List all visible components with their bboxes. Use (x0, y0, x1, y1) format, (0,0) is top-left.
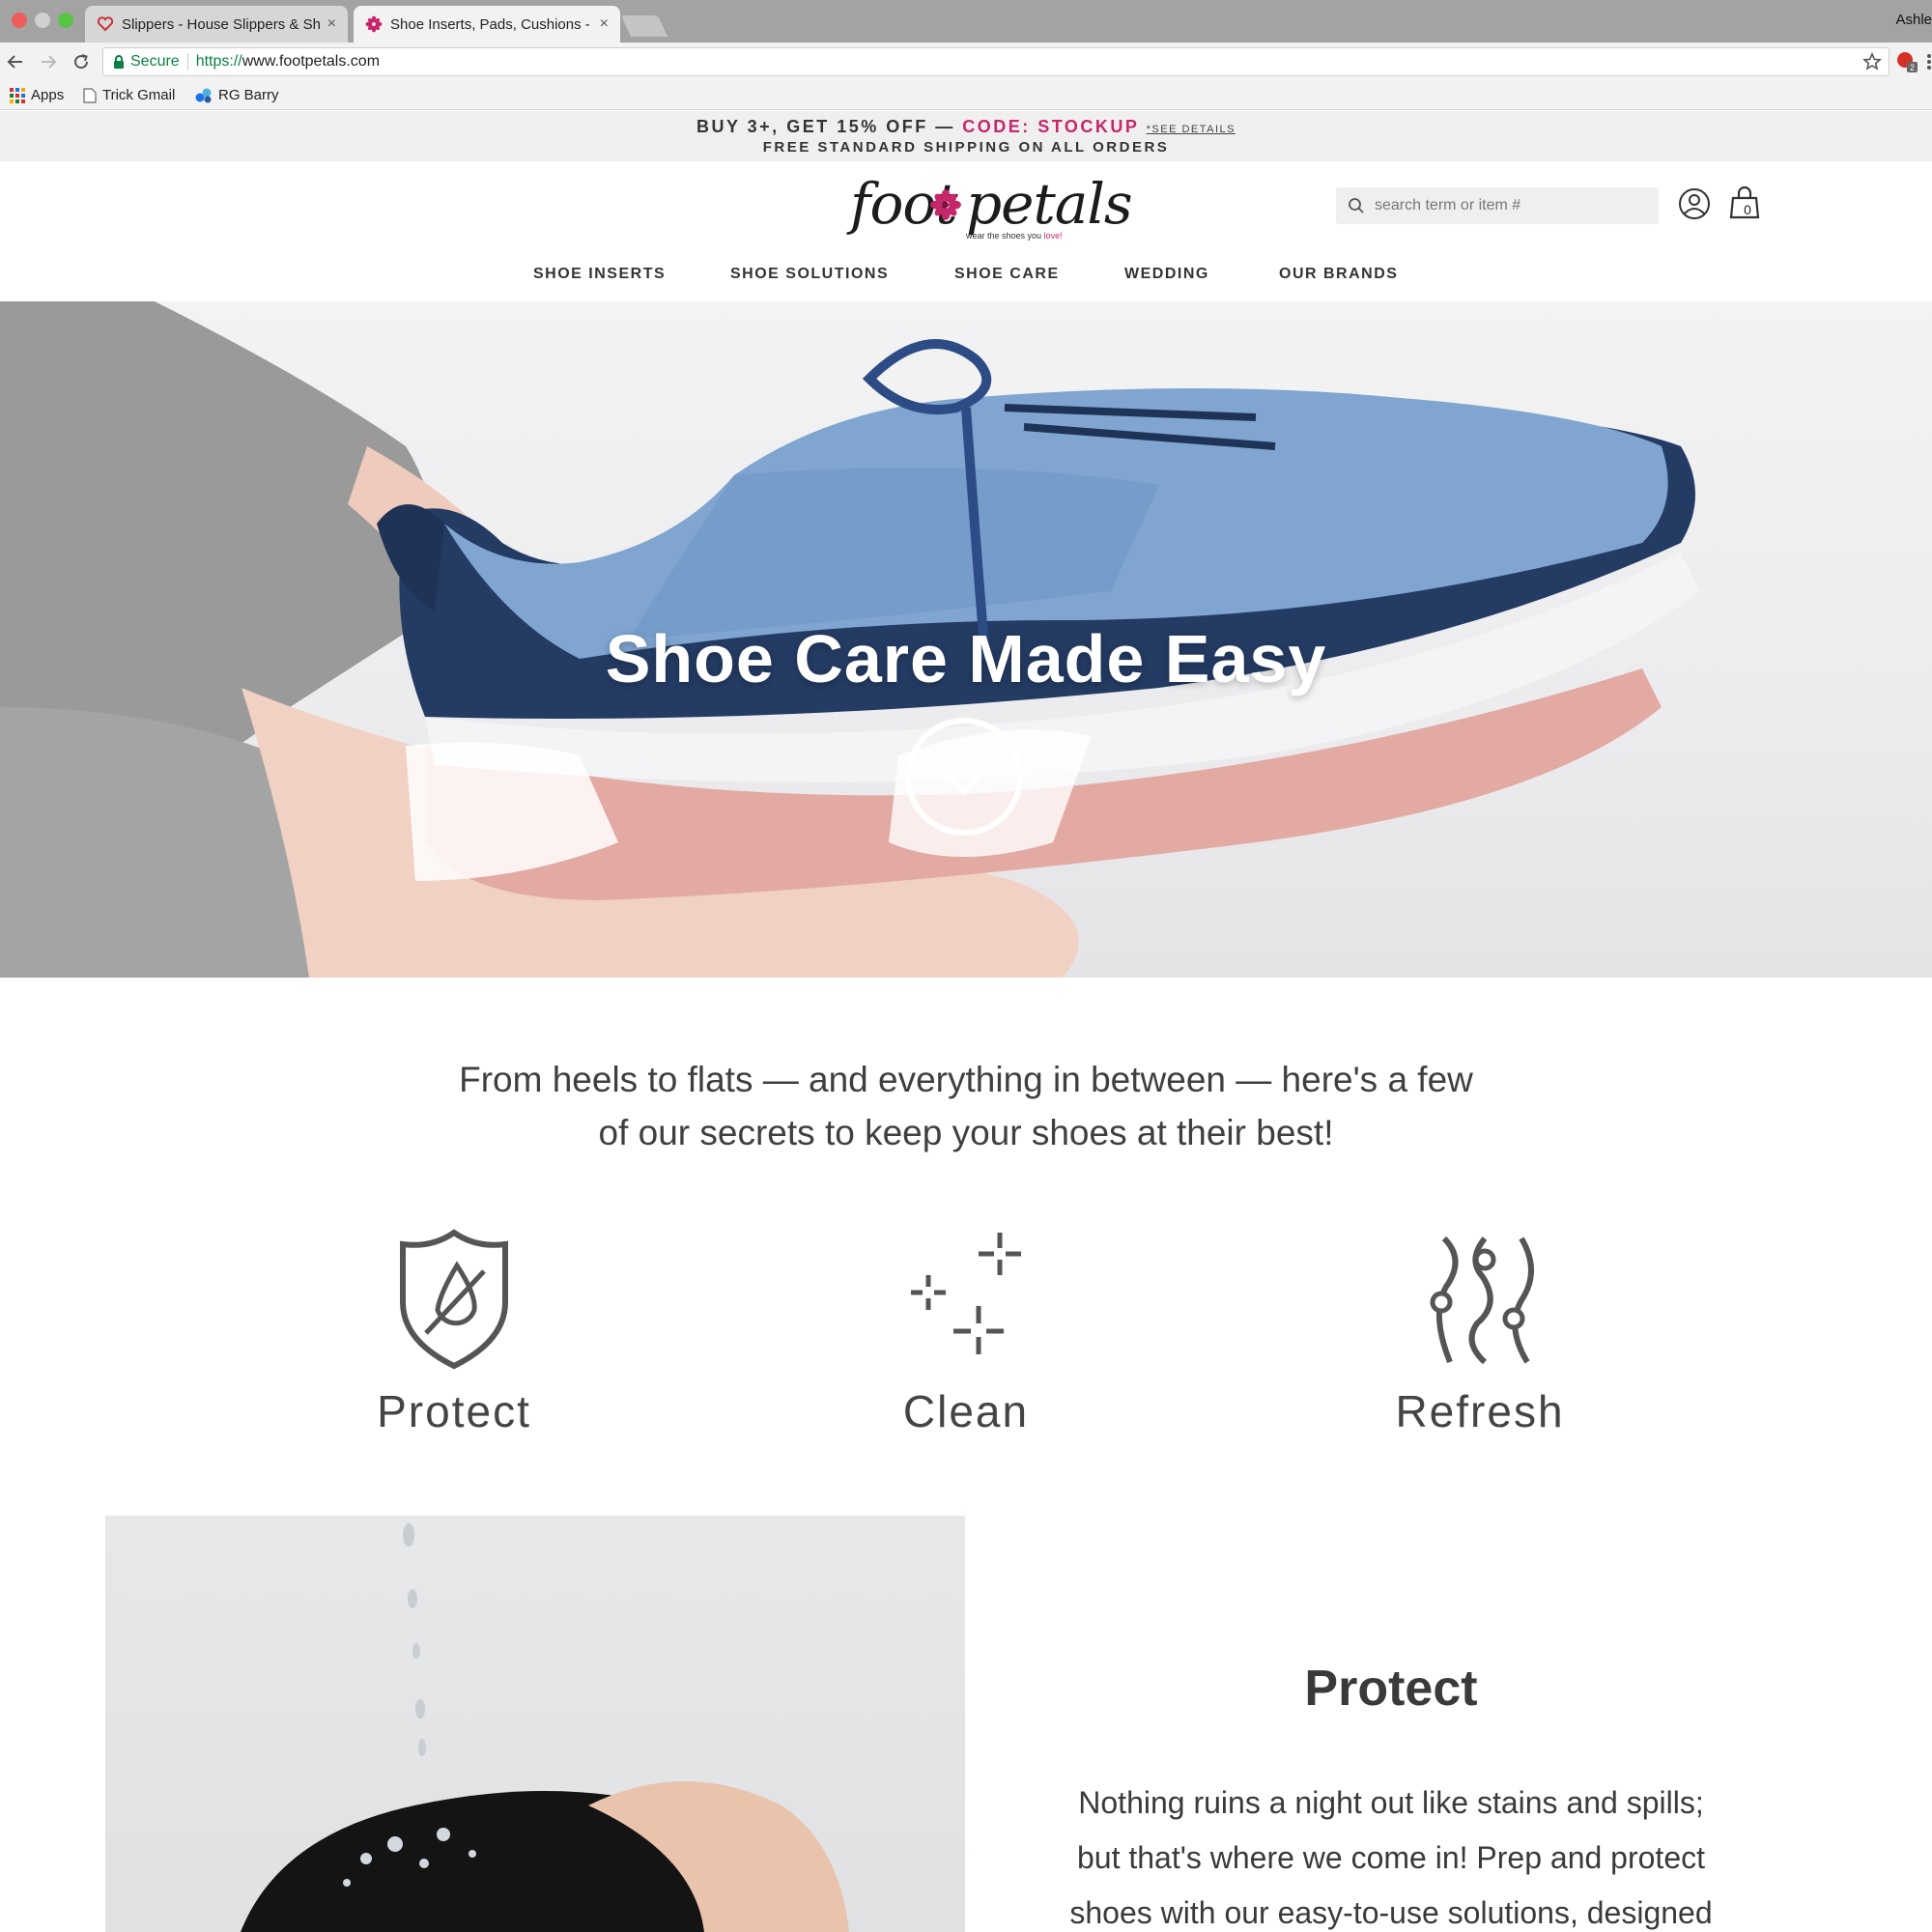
feature-line: but that's where we come in! Prep and pr… (1076, 1840, 1705, 1875)
search-box[interactable] (1336, 187, 1659, 224)
logo-petals: petals (966, 171, 1133, 237)
logo-tagline: wear the shoes you love! (966, 231, 1063, 241)
hero-banner: Shoe Care Made Easy (0, 301, 1932, 978)
search-input[interactable] (1375, 197, 1645, 214)
maximize-window-button[interactable] (58, 13, 73, 28)
secure-label: Secure (130, 53, 180, 70)
feature-line: shoes with our easy-to-use solutions, de… (1069, 1895, 1713, 1930)
nav-our-brands[interactable]: OUR BRANDS (1279, 266, 1398, 283)
cart-count: 0 (1744, 202, 1751, 217)
tab-title: Shoe Inserts, Pads, Cushions - (390, 15, 590, 33)
care-pillars: Protect Clean Refresh (0, 1227, 1932, 1439)
nav-shoe-inserts[interactable]: SHOE INSERTS (533, 266, 666, 283)
tab-close-icon[interactable]: × (327, 15, 336, 33)
see-details-link[interactable]: *SEE DETAILS (1147, 124, 1236, 135)
url-host: www.footpetals.com (242, 53, 381, 70)
extension-icon[interactable]: 2 (1895, 50, 1918, 73)
new-tab-button[interactable] (620, 15, 668, 37)
reload-button[interactable] (68, 48, 95, 75)
nav-shoe-care[interactable]: SHOE CARE (954, 266, 1060, 283)
tagline-text: wear the shoes you (966, 231, 1042, 241)
pillar-protect[interactable]: Protect (309, 1227, 599, 1437)
main-navigation: SHOE INSERTS SHOE SOLUTIONS SHOE CARE WE… (0, 266, 1932, 295)
pillar-clean[interactable]: Clean (821, 1227, 1111, 1437)
feature-body: Nothing ruins a night out like stains an… (1014, 1776, 1768, 1932)
search-icon (1349, 198, 1364, 213)
scroll-down-chevron-icon[interactable] (904, 717, 1024, 837)
reload-icon (74, 54, 89, 70)
tab-slippers[interactable]: Slippers - House Slippers & Sh × (85, 6, 348, 43)
url-scheme: https:// (195, 53, 242, 70)
footpetals-logo[interactable]: foot petals wear the shoes you love! (850, 171, 1133, 248)
account-icon[interactable] (1678, 187, 1711, 220)
shield-drop-icon (400, 1229, 508, 1370)
pillar-label: Protect (377, 1386, 531, 1436)
intro-line: From heels to flats — and everything in … (459, 1060, 1473, 1099)
address-bar[interactable]: Secure https:// www.footpetals.com (102, 47, 1889, 76)
rg-barry-logo-icon (195, 88, 212, 102)
bookmark-apps[interactable]: Apps (10, 87, 64, 103)
forward-button[interactable] (35, 48, 62, 75)
waterproof-shoe-image (105, 1516, 965, 1932)
back-arrow-icon (7, 55, 22, 69)
feature-line: Nothing ruins a night out like stains an… (1078, 1785, 1704, 1820)
intro-text: From heels to flats — and everything in … (0, 1053, 1932, 1159)
apps-grid-icon (10, 87, 25, 103)
flower-logo-icon (930, 189, 961, 220)
tagline-love: love! (1043, 231, 1063, 241)
bookmark-trick-gmail[interactable]: Trick Gmail (83, 87, 175, 103)
tab-close-icon[interactable]: × (600, 15, 609, 33)
flower-favicon-icon (365, 15, 383, 33)
site-header: foot petals wear the shoes you love! sea… (0, 161, 1932, 301)
nav-wedding[interactable]: WEDDING (1124, 266, 1209, 283)
menu-dots-icon[interactable] (1926, 52, 1932, 71)
browser-tabstrip: Slippers - House Slippers & Sh × Shoe In… (0, 0, 1932, 43)
water-drops-image (241, 1523, 849, 1932)
pillar-label: Clean (902, 1386, 1030, 1436)
pillar-label: Refresh (1395, 1386, 1565, 1436)
page-icon (83, 87, 97, 103)
back-button[interactable] (2, 48, 29, 75)
close-window-button[interactable] (12, 13, 27, 28)
promo-offer: BUY 3+, GET 15% OFF — (696, 117, 955, 136)
bookmark-label: Trick Gmail (102, 87, 176, 103)
nav-shoe-solutions[interactable]: SHOE SOLUTIONS (730, 266, 889, 283)
bookmark-star-icon[interactable] (1862, 52, 1882, 71)
promo-code: CODE: STOCKUP (962, 117, 1140, 136)
bookmark-label: RG Barry (218, 87, 279, 103)
promo-line: BUY 3+, GET 15% OFF — CODE: STOCKUP *SEE… (0, 117, 1932, 137)
profile-name[interactable]: Ashle (1895, 12, 1932, 28)
browser-toolbar: Secure https:// www.footpetals.com 2 (0, 43, 1932, 81)
heart-favicon-icon (97, 16, 114, 32)
shipping-notice: FREE STANDARD SHIPPING ON ALL ORDERS (762, 139, 1170, 156)
pillar-refresh[interactable]: Refresh (1335, 1227, 1625, 1437)
extension-badge: 2 (1910, 63, 1915, 72)
forward-arrow-icon (42, 55, 57, 69)
feature-title: Protect (1304, 1661, 1478, 1717)
tab-footpetals[interactable]: Shoe Inserts, Pads, Cushions - × (354, 6, 620, 43)
bookmarks-bar: Apps Trick Gmail RG Barry (0, 81, 1932, 110)
divider (186, 53, 188, 71)
tab-title: Slippers - House Slippers & Sh (122, 15, 320, 33)
promo-banner: BUY 3+, GET 15% OFF — CODE: STOCKUP *SEE… (0, 111, 1932, 161)
hero-title: Shoe Care Made Easy (605, 621, 1327, 696)
intro-line: of our secrets to keep your shoes at the… (598, 1113, 1334, 1152)
wavy-lines-icon (1430, 1236, 1534, 1365)
bookmark-rg-barry[interactable]: RG Barry (195, 87, 279, 103)
bookmark-label: Apps (31, 87, 65, 103)
sparkle-icon (911, 1233, 1021, 1354)
lock-icon (114, 55, 124, 69)
minimize-window-button[interactable] (35, 13, 50, 28)
